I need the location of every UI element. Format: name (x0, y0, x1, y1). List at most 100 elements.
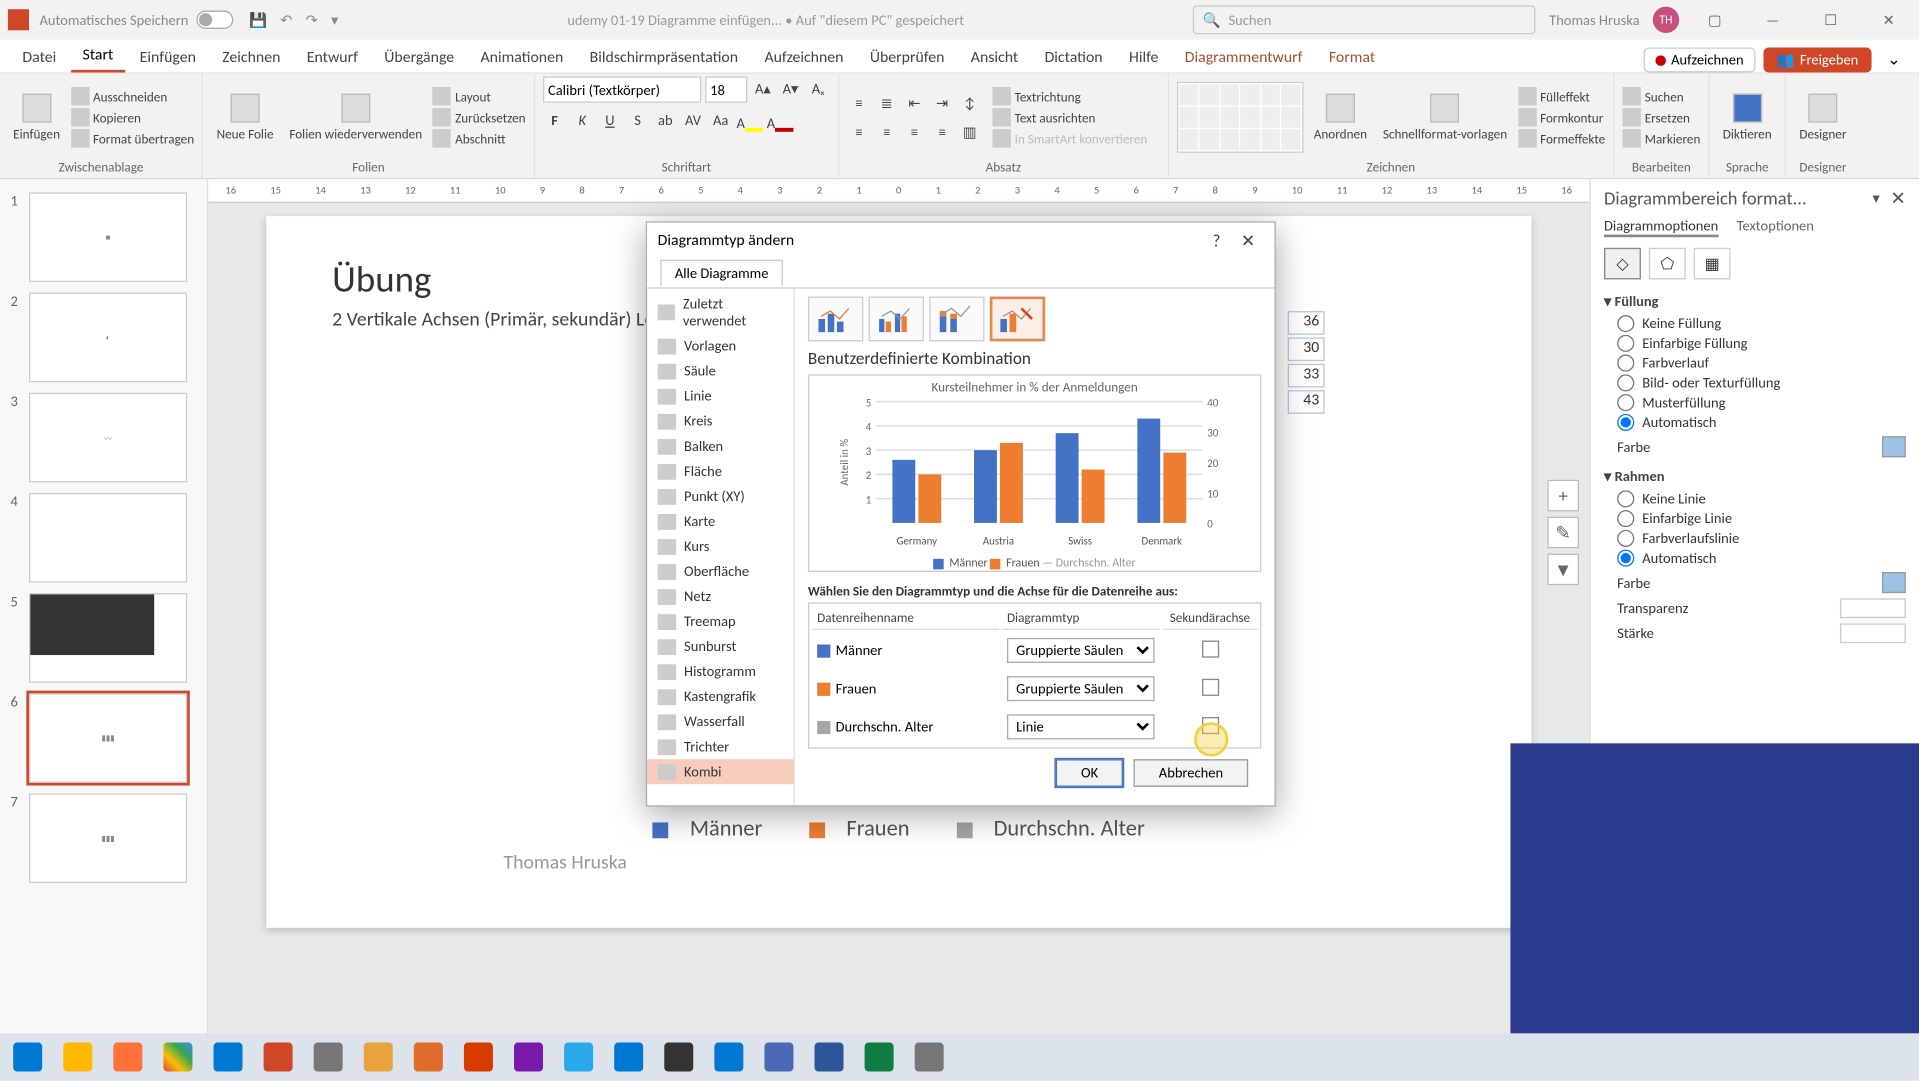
slide-author[interactable]: Thomas Hruska (503, 851, 626, 875)
border-section-header[interactable]: ▾ Rahmen (1604, 468, 1906, 485)
taskbar-outlook[interactable] (206, 1037, 251, 1077)
underline-button[interactable]: U (598, 108, 622, 132)
taskbar-onenote[interactable] (506, 1037, 551, 1077)
tab-hilfe[interactable]: Hilfe (1117, 43, 1170, 72)
combo-subtype-1[interactable] (808, 297, 863, 342)
section-button[interactable]: Abschnitt (433, 129, 526, 147)
chart-category-sule[interactable]: Säule (647, 358, 793, 383)
tab-einfuegen[interactable]: Einfügen (128, 43, 208, 72)
redo-icon[interactable]: ↷ (306, 11, 318, 28)
thumbnail-4[interactable] (29, 493, 187, 583)
secondary-axis-checkbox[interactable] (1201, 640, 1218, 657)
cut-button[interactable]: Ausschneiden (71, 87, 195, 105)
taskbar-app[interactable] (556, 1037, 601, 1077)
chevron-down-icon[interactable]: ⌄ (1879, 47, 1908, 72)
tab-zeichnen[interactable]: Zeichnen (210, 43, 292, 72)
shapes-gallery[interactable] (1177, 82, 1304, 153)
fill-gradient[interactable]: Farbverlauf (1617, 355, 1906, 372)
chart-filters-button[interactable]: ▼ (1547, 554, 1579, 586)
chart-category-histogramm[interactable]: Histogramm (647, 659, 793, 684)
toggle-icon[interactable] (196, 11, 233, 29)
border-solid[interactable]: Einfarbige Linie (1617, 510, 1906, 527)
thumbnail-5[interactable] (29, 593, 187, 683)
chart-category-kreis[interactable]: Kreis (647, 409, 793, 434)
font-size-select[interactable] (705, 76, 747, 102)
chart-category-sunburst[interactable]: Sunburst (647, 634, 793, 659)
pane-options-icon[interactable]: ▾ (1873, 190, 1880, 207)
dialog-help-icon[interactable]: ? (1201, 231, 1233, 251)
increase-font-icon[interactable]: A▴ (751, 76, 775, 100)
fill-auto[interactable]: Automatisch (1617, 414, 1906, 431)
dialog-tab-all[interactable]: Alle Diagramme (660, 260, 783, 286)
paste-button[interactable]: Einfügen (8, 93, 65, 142)
taskbar-app[interactable] (456, 1037, 501, 1077)
replace-button[interactable]: Ersetzen (1622, 108, 1700, 126)
minimize-icon[interactable]: — (1750, 5, 1795, 34)
cancel-button[interactable]: Abbrechen (1134, 759, 1248, 787)
taskbar-powerpoint[interactable] (256, 1037, 301, 1077)
layout-button[interactable]: Layout (433, 87, 526, 105)
taskbar-firefox[interactable] (105, 1037, 150, 1077)
thumbnail-6[interactable]: ▮▮▮ (29, 693, 187, 783)
taskbar-chrome[interactable] (156, 1037, 201, 1077)
tab-datei[interactable]: Datei (11, 43, 69, 72)
shape-fill-button[interactable]: Fülleffekt (1518, 87, 1605, 105)
start-button[interactable] (5, 1037, 50, 1077)
tab-uebergaenge[interactable]: Übergänge (372, 43, 466, 72)
chart-category-kurs[interactable]: Kurs (647, 534, 793, 559)
smartart-button[interactable]: In SmartArt konvertieren (992, 129, 1147, 147)
save-icon[interactable]: 💾 (249, 11, 267, 28)
taskbar-app[interactable] (406, 1037, 451, 1077)
columns-icon[interactable]: ▥ (958, 120, 982, 144)
select-button[interactable]: Markieren (1622, 129, 1700, 147)
slide-thumbnails[interactable]: 1■ 2◐ 3〰 4 5 6▮▮▮ 7▮▮▮ (0, 179, 208, 1052)
thumbnail-3[interactable]: 〰 (29, 393, 187, 483)
share-button[interactable]: 👥Freigeben (1763, 47, 1871, 72)
fill-picture[interactable]: Bild- oder Texturfüllung (1617, 374, 1906, 391)
chart-styles-button[interactable]: ✎ (1547, 517, 1579, 549)
justify-icon[interactable]: ≡ (930, 120, 954, 144)
ribbon-display-icon[interactable]: ▢ (1692, 5, 1737, 34)
font-family-select[interactable] (543, 76, 701, 102)
fill-line-icon[interactable]: ◇ (1604, 248, 1641, 280)
spacing-button[interactable]: AV (681, 108, 705, 132)
tab-format[interactable]: Format (1317, 43, 1387, 72)
taskbar-app[interactable] (907, 1037, 952, 1077)
record-button[interactable]: Aufzeichnen (1643, 47, 1755, 72)
text-direction-button[interactable]: Textrichtung (992, 87, 1147, 105)
tab-ueberpruefen[interactable]: Überprüfen (858, 43, 956, 72)
chart-category-punktxy[interactable]: Punkt (XY) (647, 484, 793, 509)
fill-solid[interactable]: Einfarbige Füllung (1617, 335, 1906, 352)
transparency-input[interactable] (1840, 598, 1906, 618)
taskbar-app[interactable] (656, 1037, 701, 1077)
tab-ansicht[interactable]: Ansicht (959, 43, 1030, 72)
maximize-icon[interactable]: ☐ (1808, 5, 1853, 34)
align-left-icon[interactable]: ≡ (847, 120, 871, 144)
align-center-icon[interactable]: ≡ (875, 120, 899, 144)
ok-button[interactable]: OK (1056, 759, 1123, 787)
combo-subtype-2[interactable] (869, 297, 924, 342)
font-color-button[interactable]: A (767, 108, 793, 132)
autosave-toggle[interactable]: Automatisches Speichern (40, 11, 234, 29)
bullets-icon[interactable]: ≡ (847, 91, 871, 115)
indent-dec-icon[interactable]: ⇤ (903, 91, 927, 115)
format-painter-button[interactable]: Format übertragen (71, 129, 195, 147)
quick-styles-button[interactable]: Schnellformat-vorlagen (1378, 93, 1513, 142)
combo-subtype-3[interactable] (929, 297, 984, 342)
shape-outline-button[interactable]: Formkontur (1518, 108, 1605, 126)
arrange-button[interactable]: Anordnen (1308, 93, 1372, 142)
chart-category-zuletztverwendet[interactable]: Zuletzt verwendet (647, 291, 793, 333)
strike-button[interactable]: S (626, 108, 650, 132)
fill-pattern[interactable]: Musterfüllung (1617, 394, 1906, 411)
tab-entwurf[interactable]: Entwurf (295, 43, 370, 72)
user-avatar[interactable]: TH (1653, 7, 1679, 33)
chart-category-treemap[interactable]: Treemap (647, 609, 793, 634)
chart-category-netz[interactable]: Netz (647, 584, 793, 609)
close-icon[interactable]: ✕ (1866, 5, 1911, 34)
chart-category-wasserfall[interactable]: Wasserfall (647, 709, 793, 734)
chart-category-karte[interactable]: Karte (647, 509, 793, 534)
series-type-select[interactable]: Gruppierte Säulen (1007, 638, 1155, 663)
dialog-close-icon[interactable]: ✕ (1232, 231, 1264, 251)
tab-aufzeichnen[interactable]: Aufzeichnen (753, 43, 856, 72)
tab-diagrammoptionen[interactable]: Diagrammoptionen (1604, 217, 1718, 237)
